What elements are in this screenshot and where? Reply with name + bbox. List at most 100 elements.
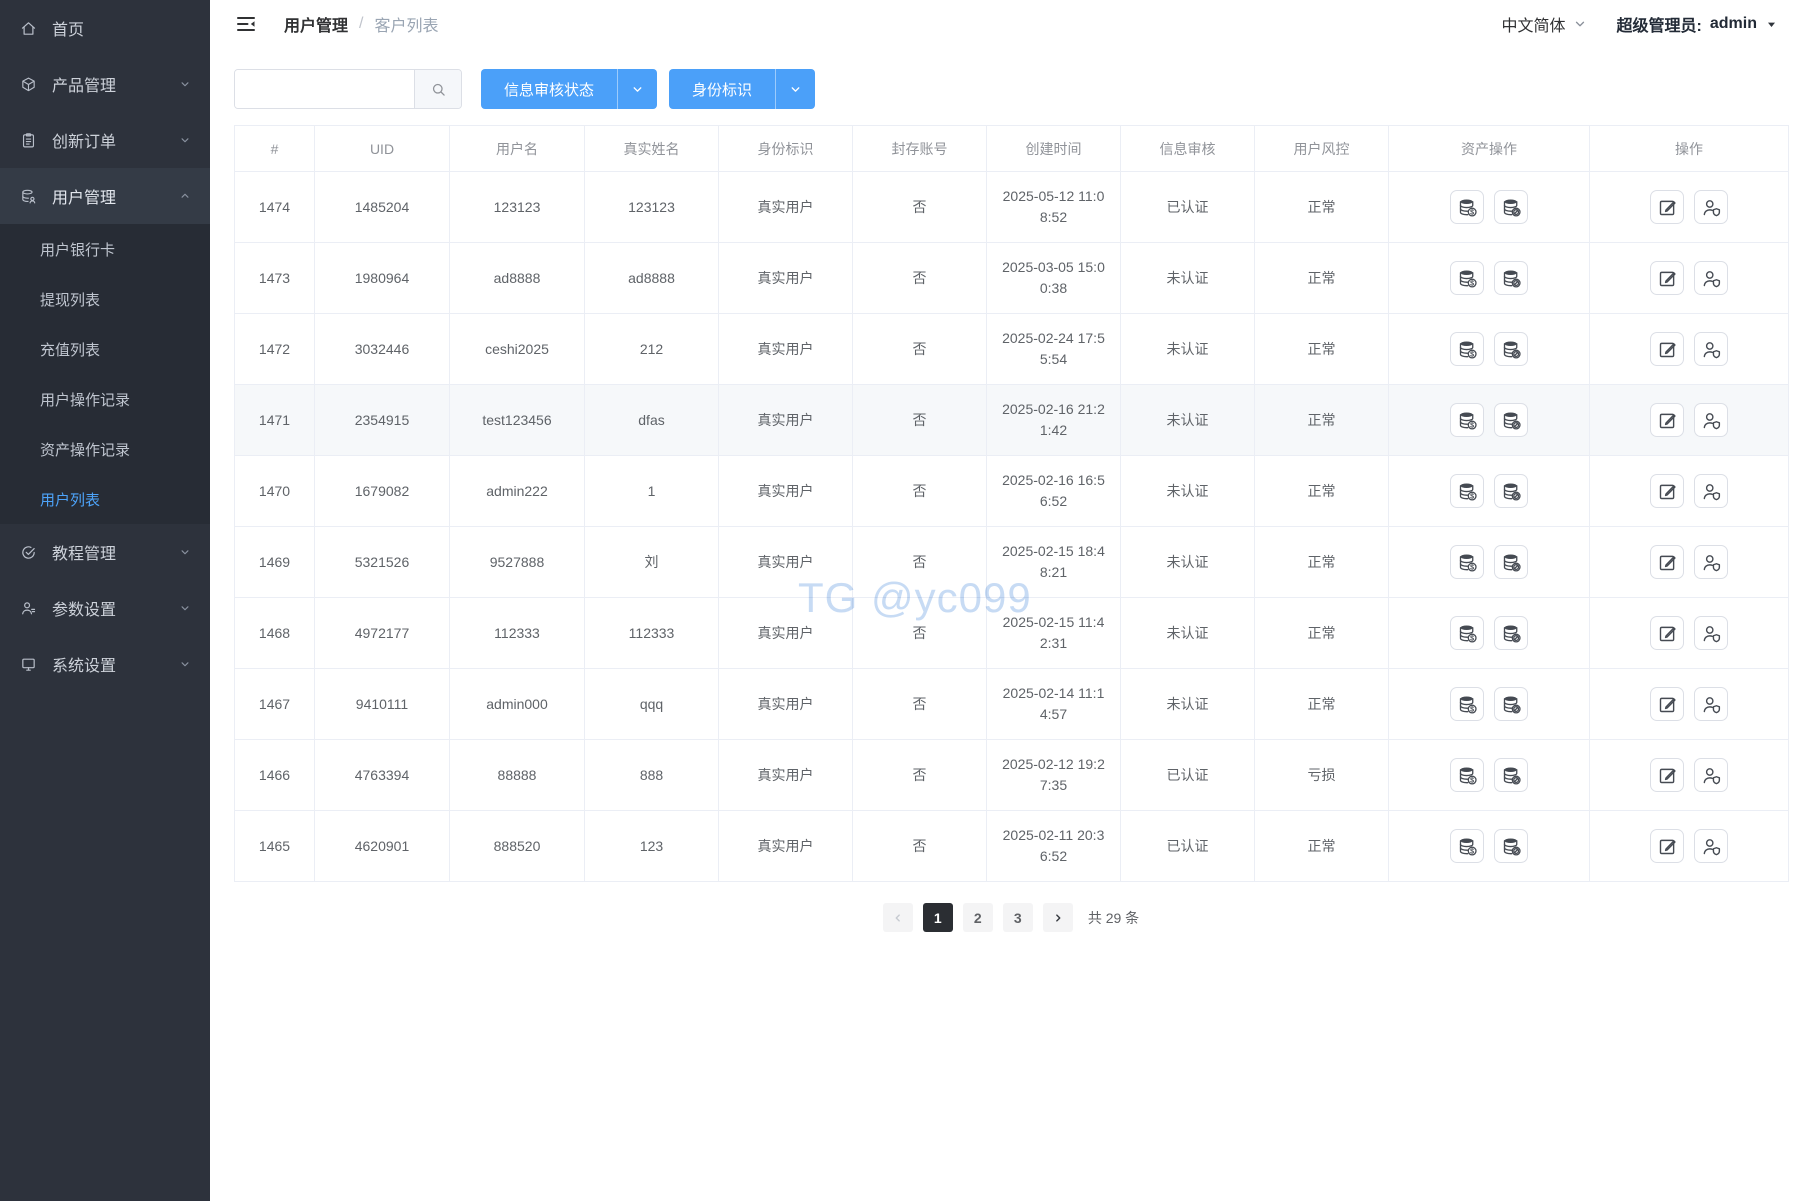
coins-ban-icon bbox=[1503, 411, 1521, 430]
sidebar-item-home[interactable]: 首页 bbox=[0, 0, 210, 56]
user-security-button[interactable] bbox=[1694, 332, 1728, 366]
pagination-page-1[interactable]: 1 bbox=[922, 903, 953, 932]
edit-user-button[interactable] bbox=[1650, 687, 1684, 721]
svg-text:$: $ bbox=[1470, 351, 1474, 358]
edit-user-button[interactable] bbox=[1650, 829, 1684, 863]
cell-sealed: 否 bbox=[852, 171, 987, 243]
asset-freeze-button[interactable] bbox=[1494, 332, 1528, 366]
sidebar-item-tutorials[interactable]: 教程管理 bbox=[0, 524, 210, 580]
asset-freeze-button[interactable] bbox=[1494, 829, 1528, 863]
pagination-prev-button[interactable] bbox=[882, 903, 913, 932]
sidebar-item-withdraw-list[interactable]: 提现列表 bbox=[0, 274, 210, 324]
user-account-menu[interactable]: 超级管理员: admin bbox=[1617, 12, 1778, 36]
cell-risk: 正常 bbox=[1254, 384, 1389, 456]
pagination-page-3[interactable]: 3 bbox=[1002, 903, 1033, 932]
edit-icon bbox=[1659, 484, 1676, 499]
sidebar-item-recharge-list[interactable]: 充值列表 bbox=[0, 324, 210, 374]
cell-identity: 真实用户 bbox=[718, 810, 853, 882]
language-selector[interactable]: 中文简体 bbox=[1502, 12, 1587, 36]
user-security-button[interactable] bbox=[1694, 403, 1728, 437]
column-header: 用户风控 bbox=[1254, 125, 1389, 172]
asset-freeze-button[interactable] bbox=[1494, 616, 1528, 650]
asset-add-button[interactable]: $ bbox=[1450, 545, 1484, 579]
asset-add-button[interactable]: $ bbox=[1450, 616, 1484, 650]
asset-freeze-button[interactable] bbox=[1494, 261, 1528, 295]
asset-add-button[interactable]: $ bbox=[1450, 687, 1484, 721]
pagination-next-button[interactable] bbox=[1042, 903, 1073, 932]
sidebar-item-asset-operation-records[interactable]: 资产操作记录 bbox=[0, 424, 210, 474]
filter-review-status-label[interactable]: 信息审核状态 bbox=[481, 79, 617, 100]
edit-user-button[interactable] bbox=[1650, 616, 1684, 650]
sidebar-item-user-bank-cards[interactable]: 用户银行卡 bbox=[0, 224, 210, 274]
cell-uid: 5321526 bbox=[314, 526, 450, 598]
table-row: 1469 5321526 9527888 刘真实用户否 2025-02-15 18:48… bbox=[234, 526, 1789, 598]
user-security-button[interactable] bbox=[1694, 829, 1728, 863]
sidebar-item-parameters[interactable]: 参数设置 bbox=[0, 580, 210, 636]
search-button[interactable] bbox=[414, 70, 461, 108]
asset-add-button[interactable]: $ bbox=[1450, 261, 1484, 295]
filter-review-status-dropdown[interactable] bbox=[618, 83, 657, 96]
sidebar-item-products[interactable]: 产品管理 bbox=[0, 56, 210, 112]
cell-username: ceshi2025 bbox=[449, 313, 585, 385]
cell-uid: 9410111 bbox=[314, 668, 450, 740]
edit-icon bbox=[1659, 697, 1676, 712]
edit-user-button[interactable] bbox=[1650, 190, 1684, 224]
edit-user-button[interactable] bbox=[1650, 545, 1684, 579]
asset-freeze-button[interactable] bbox=[1494, 190, 1528, 224]
asset-add-button[interactable]: $ bbox=[1450, 474, 1484, 508]
cell-risk: 亏损 bbox=[1254, 739, 1389, 811]
user-security-button[interactable] bbox=[1694, 261, 1728, 295]
tutorial-icon bbox=[22, 545, 35, 559]
table-row: 1472 3032446 ceshi2025 212 真实用户否 2025-02-24 1… bbox=[234, 313, 1789, 385]
sidebar-item-user-operation-records[interactable]: 用户操作记录 bbox=[0, 374, 210, 424]
table-row: 1465 4620901 888520 123 真实用户否 2025-02-11 20:3… bbox=[234, 810, 1789, 882]
edit-user-button[interactable] bbox=[1650, 474, 1684, 508]
asset-freeze-button[interactable] bbox=[1494, 474, 1528, 508]
breadcrumb-parent[interactable]: 用户管理 bbox=[284, 12, 348, 36]
user-security-button[interactable] bbox=[1694, 545, 1728, 579]
cell-identity: 真实用户 bbox=[718, 171, 853, 243]
user-security-button[interactable] bbox=[1694, 758, 1728, 792]
asset-freeze-button[interactable] bbox=[1494, 403, 1528, 437]
cell-review: 未认证 bbox=[1120, 313, 1255, 385]
asset-add-button[interactable]: $ bbox=[1450, 829, 1484, 863]
user-security-button[interactable] bbox=[1694, 474, 1728, 508]
edit-user-button[interactable] bbox=[1650, 403, 1684, 437]
user-security-button[interactable] bbox=[1694, 687, 1728, 721]
edit-user-button[interactable] bbox=[1650, 758, 1684, 792]
sidebar-item-user-list[interactable]: 用户列表 bbox=[0, 474, 210, 524]
coins-ban-icon bbox=[1503, 837, 1521, 856]
edit-user-button[interactable] bbox=[1650, 332, 1684, 366]
cell-created: 2025-02-14 11:14:57 bbox=[986, 668, 1121, 740]
sidebar-item-system-settings[interactable]: 系统设置 bbox=[0, 636, 210, 692]
cell-index: 1469 bbox=[234, 526, 315, 598]
asset-add-button[interactable]: $ bbox=[1450, 758, 1484, 792]
asset-freeze-button[interactable] bbox=[1494, 758, 1528, 792]
asset-freeze-button[interactable] bbox=[1494, 545, 1528, 579]
cell-index: 1467 bbox=[234, 668, 315, 740]
search-input[interactable] bbox=[235, 70, 414, 108]
cell-index: 1465 bbox=[234, 810, 315, 882]
sidebar-item-user-management[interactable]: 用户管理 bbox=[0, 168, 210, 224]
asset-freeze-button[interactable] bbox=[1494, 687, 1528, 721]
cell-created: 2025-02-24 17:55:54 bbox=[986, 313, 1121, 385]
table-row: 1471 2354915 test123456 dfas 真实用户否 2025-02-16… bbox=[234, 384, 1789, 456]
user-shield-icon bbox=[1703, 696, 1720, 713]
asset-add-button[interactable]: $ bbox=[1450, 190, 1484, 224]
filter-identity-dropdown[interactable] bbox=[776, 83, 815, 96]
user-security-button[interactable] bbox=[1694, 616, 1728, 650]
sidebar-item-label: 充值列表 bbox=[40, 341, 101, 359]
pagination-page-2[interactable]: 2 bbox=[962, 903, 993, 932]
asset-add-button[interactable]: $ bbox=[1450, 332, 1484, 366]
pagination: 123 共 29 条 bbox=[234, 903, 1788, 932]
cell-sealed: 否 bbox=[852, 739, 987, 811]
sidebar-collapse-icon[interactable] bbox=[234, 12, 258, 36]
cell-actions bbox=[1589, 739, 1789, 811]
sidebar-item-innovation-orders[interactable]: 创新订单 bbox=[0, 112, 210, 168]
coins-dollar-icon: $ bbox=[1459, 624, 1477, 643]
cell-created: 2025-05-12 11:08:52 bbox=[986, 171, 1121, 243]
user-security-button[interactable] bbox=[1694, 190, 1728, 224]
edit-user-button[interactable] bbox=[1650, 261, 1684, 295]
filter-identity-label[interactable]: 身份标识 bbox=[669, 79, 775, 100]
asset-add-button[interactable]: $ bbox=[1450, 403, 1484, 437]
